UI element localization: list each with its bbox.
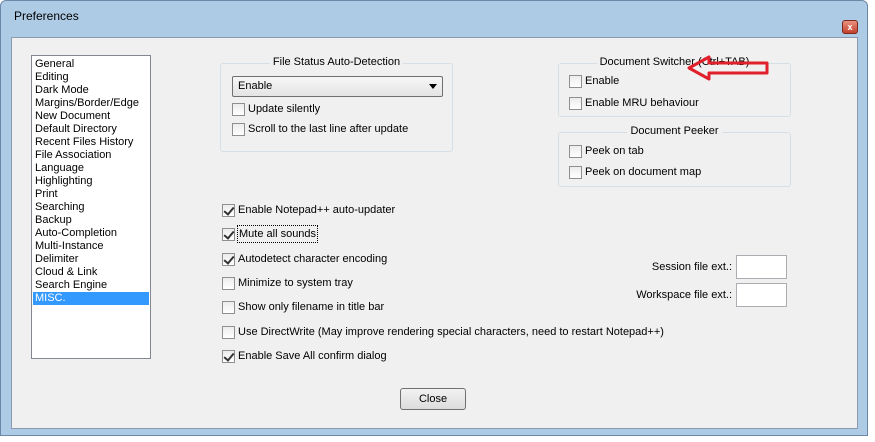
save-all-confirm-label: Enable Save All confirm dialog xyxy=(238,350,387,362)
mute-sounds-label: Mute all sounds xyxy=(236,225,319,243)
autodetect-encoding-label: Autodetect character encoding xyxy=(238,253,388,265)
checkbox-box xyxy=(222,349,235,363)
category-item[interactable]: Searching xyxy=(33,201,149,214)
scroll-last-line-label: Scroll to the last line after update xyxy=(248,123,409,135)
category-item[interactable]: General xyxy=(33,58,149,71)
category-item[interactable]: File Association xyxy=(33,149,149,162)
window-title: Preferences xyxy=(14,9,79,23)
peek-on-map-label: Peek on document map xyxy=(585,166,702,178)
update-silently-label: Update silently xyxy=(248,103,321,115)
category-item[interactable]: Print xyxy=(33,188,149,201)
category-item[interactable]: Auto-Completion xyxy=(33,227,149,240)
scroll-last-line-checkbox[interactable]: Scroll to the last line after update xyxy=(232,121,408,137)
file-status-group: File Status Auto-Detection Enable Update… xyxy=(220,56,453,152)
category-item[interactable]: Highlighting xyxy=(33,175,149,188)
title-bar[interactable]: Preferences x xyxy=(1,1,867,34)
dialog-client-area: General Editing Dark Mode Margins/Border/Ed… xyxy=(11,37,858,429)
mru-behaviour-label: Enable MRU behaviour xyxy=(585,97,699,109)
category-item[interactable]: Margins/Border/Edge xyxy=(33,97,149,110)
checkbox-box xyxy=(222,325,235,339)
workspace-ext-label: Workspace file ext.: xyxy=(636,289,732,301)
session-ext-label: Session file ext.: xyxy=(651,261,732,273)
checkbox-box xyxy=(222,300,235,314)
doc-switcher-enable-label: Enable xyxy=(585,75,620,87)
auto-updater-label: Enable Notepad++ auto-updater xyxy=(238,204,396,216)
auto-updater-checkbox[interactable]: Enable Notepad++ auto-updater xyxy=(222,202,395,218)
minimize-tray-checkbox[interactable]: Minimize to system tray xyxy=(222,275,353,291)
doc-peeker-title: Document Peeker xyxy=(627,125,722,137)
filename-title-checkbox[interactable]: Show only filename in title bar xyxy=(222,299,384,315)
doc-switcher-enable-checkbox[interactable]: Enable xyxy=(569,73,619,89)
workspace-ext-input[interactable] xyxy=(736,283,787,307)
category-item[interactable]: MISC. xyxy=(33,292,149,305)
file-status-title: File Status Auto-Detection xyxy=(269,56,404,68)
save-all-confirm-checkbox[interactable]: Enable Save All confirm dialog xyxy=(222,348,387,364)
peek-on-map-checkbox[interactable]: Peek on document map xyxy=(569,164,701,180)
checkbox-box xyxy=(569,74,582,88)
file-status-selected: Enable xyxy=(238,80,273,92)
peek-on-tab-checkbox[interactable]: Peek on tab xyxy=(569,143,644,159)
checkbox-box xyxy=(569,96,582,110)
category-item[interactable]: Default Directory xyxy=(33,123,149,136)
checkbox-box xyxy=(222,252,235,266)
mute-sounds-checkbox[interactable]: Mute all sounds xyxy=(222,225,319,243)
update-silently-checkbox[interactable]: Update silently xyxy=(232,101,320,117)
close-button[interactable]: Close xyxy=(400,388,466,410)
category-item[interactable]: Search Engine xyxy=(33,279,149,292)
category-item[interactable]: Dark Mode xyxy=(33,84,149,97)
close-window-icon[interactable]: x xyxy=(842,20,858,34)
checkbox-box xyxy=(232,122,245,136)
category-item[interactable]: New Document xyxy=(33,110,149,123)
directwrite-checkbox[interactable]: Use DirectWrite (May improve rendering s… xyxy=(222,324,664,340)
filename-title-label: Show only filename in title bar xyxy=(238,301,385,313)
doc-peeker-group: Document Peeker Peek on tab Peek on docu… xyxy=(558,125,791,187)
category-item[interactable]: Recent Files History xyxy=(33,136,149,149)
mru-behaviour-checkbox[interactable]: Enable MRU behaviour xyxy=(569,95,699,111)
category-list[interactable]: General Editing Dark Mode Margins/Border/Ed… xyxy=(31,55,151,359)
file-status-select[interactable]: Enable xyxy=(232,76,443,97)
minimize-tray-label: Minimize to system tray xyxy=(238,277,353,289)
category-item[interactable]: Cloud & Link xyxy=(33,266,149,279)
chevron-down-icon xyxy=(429,84,437,89)
category-item[interactable]: Language xyxy=(33,162,149,175)
checkbox-box xyxy=(222,203,235,217)
category-item[interactable]: Delimiter xyxy=(33,253,149,266)
checkbox-box xyxy=(222,276,235,290)
preferences-window: Preferences x General Editing Dark Mode Mar… xyxy=(0,0,868,436)
category-item[interactable]: Multi-Instance xyxy=(33,240,149,253)
checkbox-box xyxy=(569,144,582,158)
category-item[interactable]: Backup xyxy=(33,214,149,227)
checkbox-box xyxy=(232,102,245,116)
session-ext-input[interactable] xyxy=(736,255,787,279)
autodetect-encoding-checkbox[interactable]: Autodetect character encoding xyxy=(222,251,387,267)
annotation-arrow-icon xyxy=(687,55,769,81)
checkbox-box xyxy=(222,227,235,241)
peek-on-tab-label: Peek on tab xyxy=(585,145,644,157)
directwrite-label: Use DirectWrite (May improve rendering s… xyxy=(238,326,664,338)
checkbox-box xyxy=(569,165,582,179)
category-item[interactable]: Editing xyxy=(33,71,149,84)
